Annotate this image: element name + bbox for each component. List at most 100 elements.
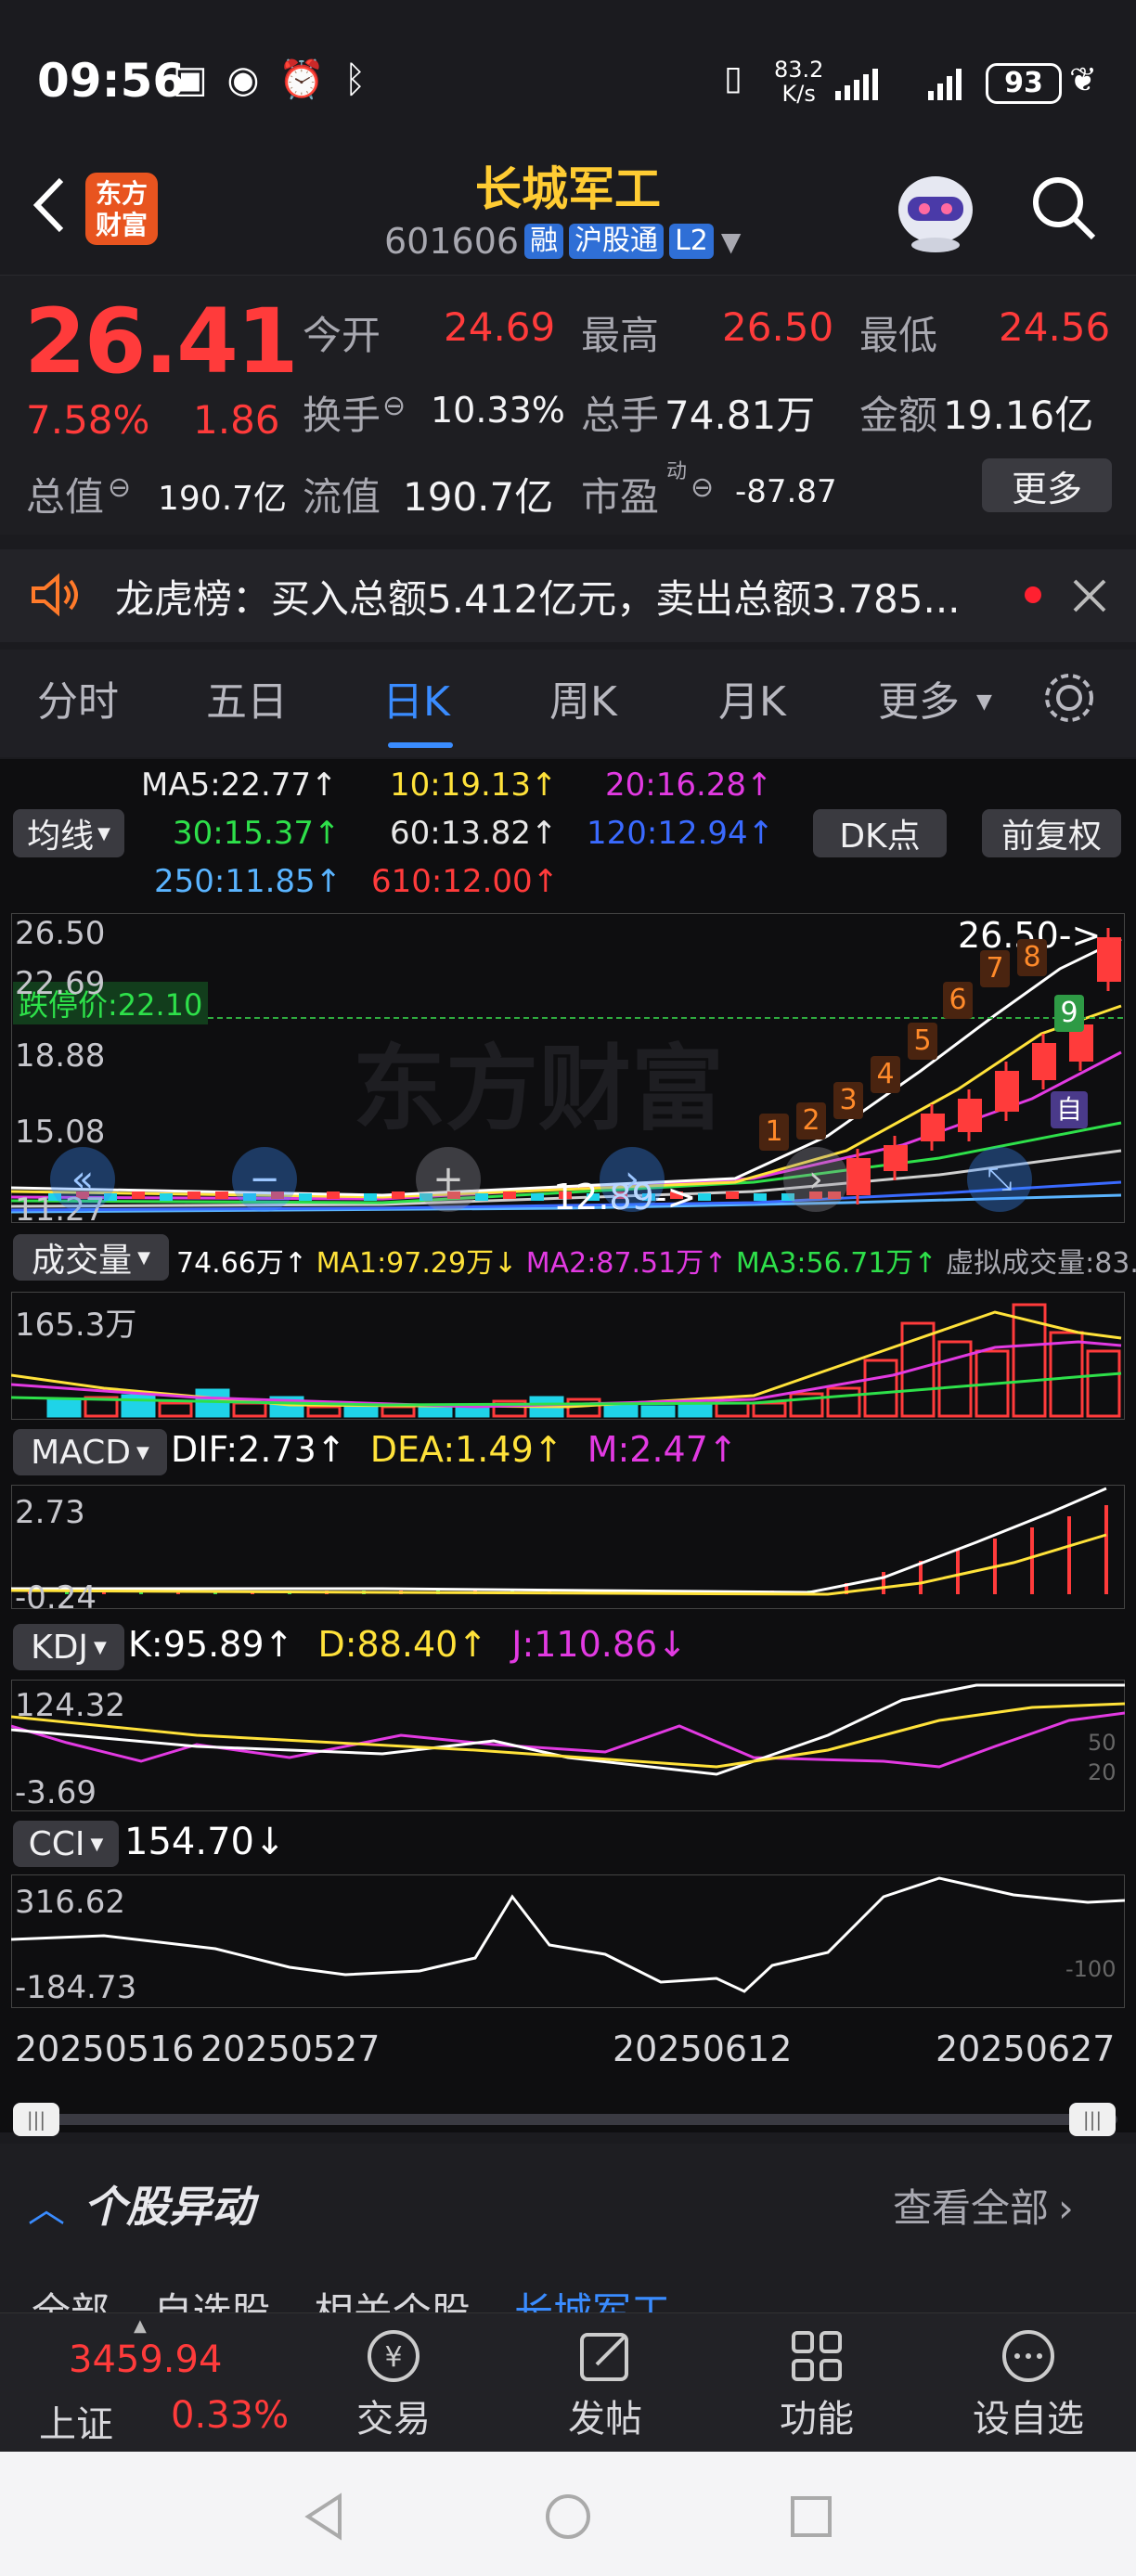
square-recents-icon bbox=[791, 2496, 832, 2537]
date-label: 20250527 bbox=[200, 2029, 381, 2069]
candle bbox=[726, 1191, 739, 1199]
candle bbox=[958, 1099, 982, 1132]
chevron-right-icon: › bbox=[1058, 2185, 1074, 2231]
adjust-mode-button[interactable]: 前复权 bbox=[982, 809, 1121, 857]
candle bbox=[884, 1145, 908, 1171]
signal-icon: ▯ bbox=[724, 59, 742, 97]
high-value: 26.50 bbox=[722, 304, 834, 350]
stock-code: 601606 bbox=[384, 221, 520, 262]
macd-chart bbox=[11, 1487, 1108, 1596]
caret-down-icon: ▼ bbox=[90, 1834, 104, 1854]
volume-chart bbox=[11, 1303, 1122, 1418]
notice-text[interactable]: 龙虎榜：买入总额5.412亿元，卖出总额3.785... bbox=[115, 568, 961, 625]
scroll-right-button[interactable]: › bbox=[600, 1147, 665, 1212]
tab-monthly-k[interactable]: 月K bbox=[718, 668, 786, 728]
edit-icon bbox=[580, 2333, 628, 2381]
volume-selector[interactable]: 成交量 ▼ bbox=[13, 1234, 169, 1281]
volume-bar bbox=[640, 1405, 676, 1418]
td-sequence-label: 7 bbox=[980, 950, 1010, 987]
next-page-button[interactable]: › bbox=[783, 1147, 848, 1212]
yuan-icon: ¥ bbox=[368, 2330, 420, 2382]
caret-down-icon: ▼ bbox=[137, 1247, 150, 1268]
info-icon: ⊖ bbox=[382, 390, 407, 422]
ma-selector[interactable]: 均线 ▼ bbox=[13, 809, 124, 857]
volume-bar bbox=[1086, 1349, 1121, 1418]
system-home-button[interactable] bbox=[542, 2491, 594, 2543]
volume-bar bbox=[937, 1340, 973, 1418]
ma5-value: MA5:22.77↑ bbox=[141, 766, 338, 804]
date-label: 20250612 bbox=[613, 2029, 793, 2069]
macd-legend: DIF:2.73↑ DEA:1.49↑ M:2.47↑ bbox=[171, 1429, 738, 1470]
status-time: 09:56 bbox=[37, 54, 186, 108]
nav-trade[interactable]: ¥ 交易 bbox=[329, 2324, 458, 2444]
robot-avatar-icon[interactable] bbox=[889, 163, 982, 252]
candle bbox=[299, 1193, 312, 1201]
search-icon bbox=[1033, 177, 1096, 240]
grid-icon bbox=[792, 2331, 842, 2381]
volume-bar bbox=[46, 1397, 82, 1418]
range-slider-right-handle[interactable]: ||| bbox=[1069, 2103, 1116, 2136]
caret-down-icon: ▼ bbox=[976, 690, 992, 714]
zoom-in-button[interactable]: + bbox=[416, 1147, 481, 1212]
volume-legend: 74.66万↑ MA1:97.29万↓ MA2:87.51万↑ MA3:56.7… bbox=[176, 1247, 1136, 1280]
health-icon: ▣ bbox=[173, 58, 208, 101]
system-back-button[interactable] bbox=[299, 2491, 351, 2543]
tab-more[interactable]: 更多 bbox=[878, 668, 960, 728]
kdj-selector[interactable]: KDJ ▼ bbox=[13, 1624, 124, 1670]
zoom-out-button[interactable]: − bbox=[232, 1147, 297, 1212]
low-label: 最低 bbox=[859, 313, 938, 358]
dk-point-button[interactable]: DK点 bbox=[813, 809, 947, 857]
collapse-icon[interactable]: ︿ bbox=[28, 2179, 65, 2233]
close-icon bbox=[1073, 579, 1106, 612]
svg-text:¥: ¥ bbox=[384, 2341, 402, 2374]
candle bbox=[921, 1114, 945, 1141]
cci-selector[interactable]: CCI ▼ bbox=[13, 1821, 119, 1867]
tab-active-indicator bbox=[388, 742, 453, 748]
macd-dea-line bbox=[11, 1533, 1107, 1596]
ma250-value: 250:11.85↑ bbox=[154, 863, 342, 900]
kdj-ref-20: 20 bbox=[1088, 1759, 1117, 1785]
cci-y-bottom: -184.73 bbox=[15, 1969, 137, 2006]
nav-add-watch[interactable]: 设自选 bbox=[963, 2324, 1093, 2444]
notice-close-button[interactable] bbox=[1069, 575, 1110, 616]
td-sequence-label: 4 bbox=[871, 1056, 900, 1093]
chart-settings-button[interactable] bbox=[1041, 670, 1097, 726]
volume-bar bbox=[826, 1386, 861, 1418]
change-value: 1.86 bbox=[193, 397, 280, 443]
pe-sup: 动 bbox=[666, 460, 688, 483]
view-all-link[interactable]: 查看全部 › bbox=[893, 2177, 1074, 2234]
nav-functions[interactable]: 功能 bbox=[752, 2324, 882, 2444]
tab-daily-k[interactable]: 日K bbox=[382, 668, 450, 728]
candle bbox=[392, 1191, 405, 1199]
tab-weekly-k[interactable]: 周K bbox=[549, 668, 617, 728]
search-button[interactable] bbox=[1028, 173, 1099, 243]
net-speed: 83.2 K/s bbox=[774, 57, 824, 107]
td-sequence-label: 8 bbox=[1017, 939, 1047, 976]
nav-post[interactable]: 发帖 bbox=[540, 2324, 670, 2444]
candle bbox=[503, 1191, 516, 1199]
index-value: 3459.94 bbox=[69, 2338, 223, 2381]
td-sequence-label: 6 bbox=[943, 982, 973, 1019]
volume-bar bbox=[603, 1403, 639, 1418]
candle bbox=[531, 1193, 544, 1201]
range-slider-track[interactable] bbox=[19, 2114, 1117, 2125]
total-mv-label: 总值 bbox=[26, 474, 105, 520]
kline-y-label: 26.50 bbox=[15, 915, 106, 952]
scroll-left-button[interactable]: « bbox=[50, 1147, 115, 1212]
kdj-y-top: 124.32 bbox=[15, 1687, 125, 1724]
ma5-line bbox=[11, 937, 1122, 1197]
volume-bar bbox=[1049, 1331, 1084, 1418]
tab-intraday[interactable]: 分时 bbox=[37, 668, 119, 728]
stock-code-row[interactable]: 601606 融 沪股通 L2 ▼ bbox=[384, 221, 741, 262]
candle bbox=[754, 1193, 767, 1201]
fullscreen-button[interactable]: ⤡ bbox=[967, 1147, 1032, 1212]
macd-selector[interactable]: MACD ▼ bbox=[13, 1429, 167, 1475]
turnover-value: 10.33% bbox=[431, 390, 565, 431]
caret-down-icon: ▼ bbox=[97, 823, 110, 844]
more-button[interactable]: 更多 bbox=[982, 458, 1112, 512]
range-slider-left-handle[interactable]: ||| bbox=[13, 2103, 59, 2136]
system-recents-button[interactable] bbox=[785, 2491, 837, 2543]
float-mv-label: 流值 bbox=[303, 474, 381, 520]
tab-five-day[interactable]: 五日 bbox=[206, 668, 288, 728]
status-icons-left: ▣ ◉ ⏰ ᛒ bbox=[173, 58, 367, 101]
